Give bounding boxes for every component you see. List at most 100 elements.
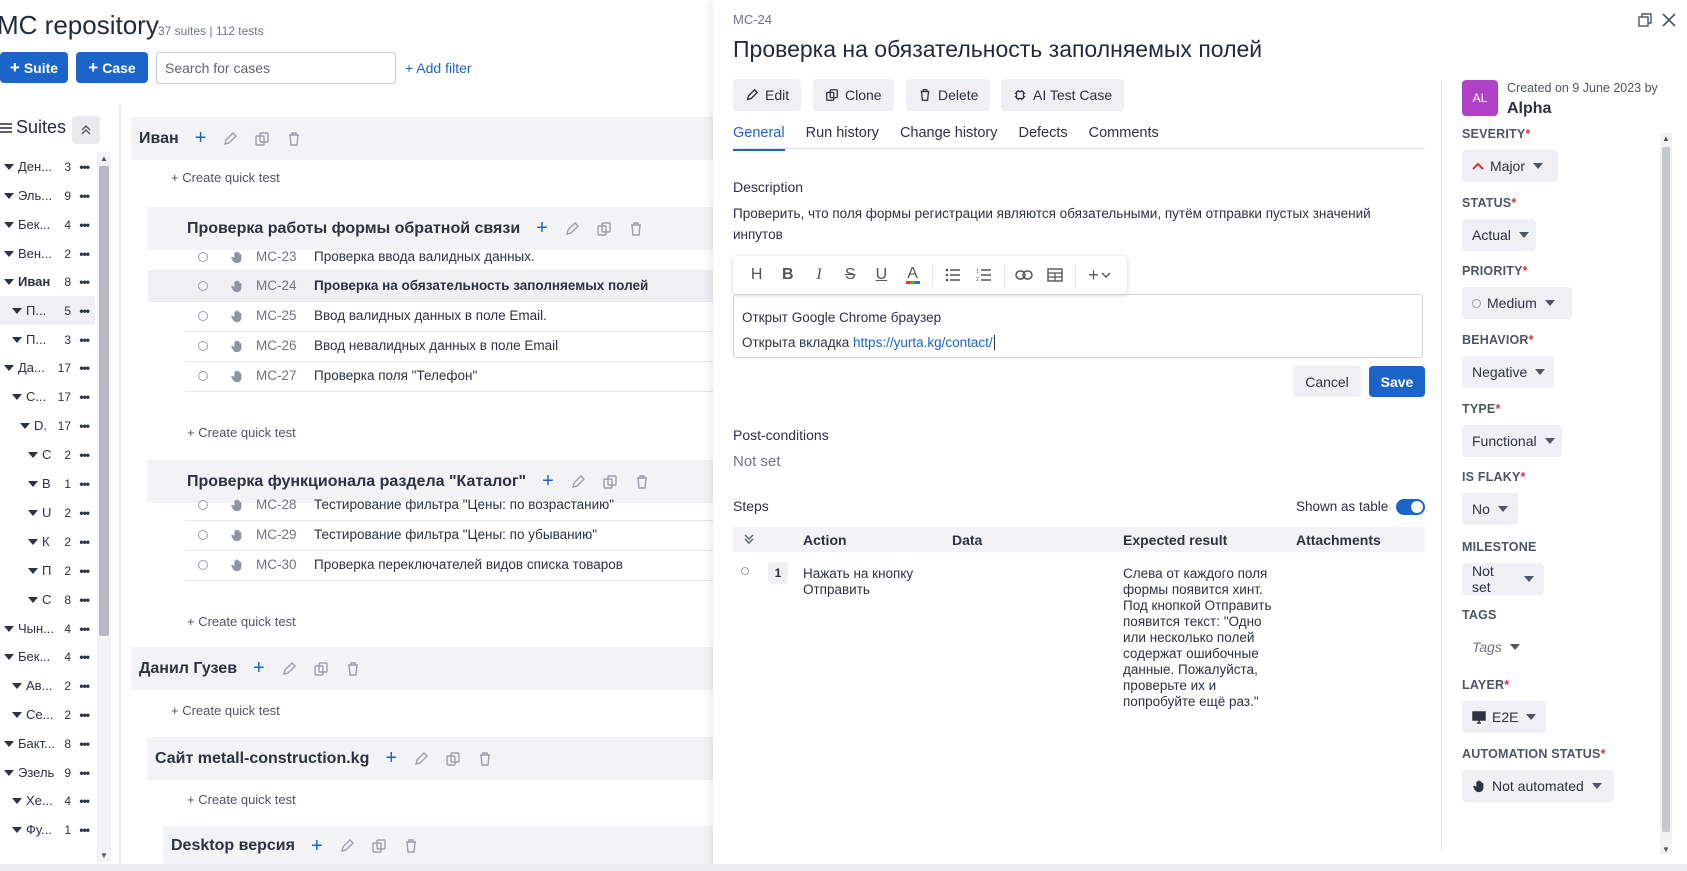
plus-icon[interactable]: + <box>195 127 207 150</box>
tree-item[interactable]: Бек... 4 ••• <box>0 210 95 239</box>
create-quick-test-link[interactable]: + Create quick test <box>187 425 296 440</box>
caret-down-icon[interactable] <box>12 682 22 689</box>
caret-down-icon[interactable] <box>12 307 22 314</box>
trash-icon[interactable] <box>286 131 302 147</box>
numbered-list-icon[interactable]: 12 <box>968 261 999 289</box>
more-icon[interactable]: ••• <box>79 564 90 578</box>
bold-icon[interactable]: B <box>772 261 803 289</box>
suite-header-metall[interactable]: Сайт metall-construction.kg + <box>147 737 713 780</box>
expand-window-icon[interactable] <box>1637 12 1653 28</box>
pencil-icon[interactable] <box>564 221 580 237</box>
field-dropdown[interactable]: No <box>1462 493 1518 525</box>
copy-icon[interactable] <box>254 131 270 147</box>
step-action[interactable]: Нажать на кнопку Отправить <box>803 566 933 598</box>
caret-down-icon[interactable] <box>28 509 38 516</box>
step-expected[interactable]: Слева от каждого поля формы появится хин… <box>1123 566 1288 710</box>
sidebar-scrollbar[interactable]: ▲ ▼ <box>1660 133 1672 855</box>
trash-icon[interactable] <box>477 751 493 767</box>
more-icon[interactable]: ••• <box>79 390 90 404</box>
tree-item[interactable]: П... 3 ••• <box>0 325 95 354</box>
tree-item[interactable]: Ав... 2 ••• <box>0 671 95 700</box>
caret-down-icon[interactable] <box>28 538 38 545</box>
case-status-icon[interactable] <box>198 340 208 351</box>
case-status-icon[interactable] <box>198 370 208 381</box>
field-dropdown[interactable]: Major <box>1462 150 1558 182</box>
more-icon[interactable]: ••• <box>79 737 90 751</box>
preconditions-editor[interactable]: Открыт Google Chrome браузер Открыта вкл… <box>733 294 1423 358</box>
case-row[interactable]: MC-30 Проверка переключателей видов списк… <box>185 549 713 581</box>
more-icon[interactable]: ••• <box>79 477 90 491</box>
field-dropdown[interactable]: Not automated <box>1462 770 1614 802</box>
case-status-icon[interactable] <box>198 529 208 540</box>
edit-button[interactable]: Edit <box>733 79 802 111</box>
field-dropdown[interactable]: E2E <box>1462 701 1546 733</box>
trash-icon[interactable] <box>403 838 419 854</box>
tree-item[interactable]: Фу... 1 ••• <box>0 815 95 844</box>
suite-header-desktop[interactable]: Desktop версия + <box>163 826 713 866</box>
insert-more-icon[interactable]: + <box>1080 261 1119 289</box>
suite-header-danil[interactable]: Данил Гузев + <box>131 647 713 690</box>
more-icon[interactable]: ••• <box>79 794 90 808</box>
field-dropdown[interactable]: Not set <box>1462 563 1544 595</box>
more-icon[interactable]: ••• <box>79 419 90 433</box>
case-status-icon[interactable] <box>198 251 208 262</box>
create-quick-test-link[interactable]: + Create quick test <box>187 614 296 629</box>
case-row[interactable]: MC-26 Ввод невалидных данных в поле Email <box>185 330 713 362</box>
more-icon[interactable]: ••• <box>79 679 90 693</box>
step-status-icon[interactable] <box>741 567 749 575</box>
create-quick-test-link[interactable]: + Create quick test <box>187 792 296 807</box>
strikethrough-icon[interactable]: S <box>835 261 866 289</box>
field-dropdown[interactable]: Medium <box>1462 287 1572 319</box>
more-icon[interactable]: ••• <box>79 160 90 174</box>
more-icon[interactable]: ••• <box>79 535 90 549</box>
more-icon[interactable]: ••• <box>79 333 90 347</box>
table-icon[interactable] <box>1040 261 1071 289</box>
trash-icon[interactable] <box>628 221 644 237</box>
add-suite-button[interactable]: + Suite <box>0 52 68 83</box>
tree-item[interactable]: К 2 ••• <box>0 527 95 556</box>
collapse-steps-icon[interactable] <box>743 533 755 545</box>
close-icon[interactable] <box>1661 12 1677 28</box>
caret-down-icon[interactable] <box>12 393 22 400</box>
tree-item[interactable]: Се... 2 ••• <box>0 700 95 729</box>
bullet-list-icon[interactable] <box>937 261 968 289</box>
pencil-icon[interactable] <box>339 838 355 854</box>
more-icon[interactable]: ••• <box>79 218 90 232</box>
plus-icon[interactable]: + <box>311 835 323 858</box>
suite-header-ivan[interactable]: Иван + <box>131 117 713 160</box>
case-row[interactable]: MC-28 Тестирование фильтра "Цены: по возр… <box>185 489 713 521</box>
more-icon[interactable]: ••• <box>79 622 90 636</box>
more-icon[interactable]: ••• <box>79 708 90 722</box>
pane-divider[interactable] <box>119 105 121 871</box>
tree-item[interactable]: Эзель 9 ••• <box>0 758 95 787</box>
more-icon[interactable]: ••• <box>79 766 90 780</box>
pencil-icon[interactable] <box>281 661 297 677</box>
field-dropdown[interactable]: Actual <box>1462 219 1536 251</box>
more-icon[interactable]: ••• <box>79 304 90 318</box>
caret-down-icon[interactable] <box>4 163 14 170</box>
tree-item[interactable]: U 2 ••• <box>0 498 95 527</box>
tree-item[interactable]: С 8 ••• <box>0 585 95 614</box>
caret-down-icon[interactable] <box>4 221 14 228</box>
clone-button[interactable]: Clone <box>813 79 894 111</box>
caret-down-icon[interactable] <box>4 769 14 776</box>
caret-down-icon[interactable] <box>4 192 14 199</box>
copy-icon[interactable] <box>596 221 612 237</box>
case-row[interactable]: MC-24 Проверка на обязательность заполняе… <box>148 270 713 302</box>
case-status-icon[interactable] <box>198 559 208 570</box>
more-icon[interactable]: ••• <box>79 593 90 607</box>
caret-down-icon[interactable] <box>4 364 14 371</box>
case-row[interactable]: MC-29 Тестирование фильтра "Цены: по убыв… <box>185 519 713 551</box>
shown-as-table-toggle[interactable] <box>1396 499 1425 515</box>
tree-scrollbar[interactable]: ▲ ▼ <box>97 152 111 862</box>
trash-icon[interactable] <box>345 661 361 677</box>
field-dropdown[interactable]: Tags <box>1462 631 1530 663</box>
delete-button[interactable]: Delete <box>906 79 991 111</box>
add-case-button[interactable]: + Case <box>76 52 148 83</box>
tree-item[interactable]: С... 17 ••• <box>0 382 95 411</box>
tree-item[interactable]: Иван 8 ••• <box>0 267 95 296</box>
text-color-icon[interactable]: A <box>897 261 928 289</box>
tree-item[interactable]: Бек... 4 ••• <box>0 642 95 671</box>
caret-down-icon[interactable] <box>4 740 14 747</box>
ai-test-case-button[interactable]: AI Test Case <box>1001 79 1125 111</box>
